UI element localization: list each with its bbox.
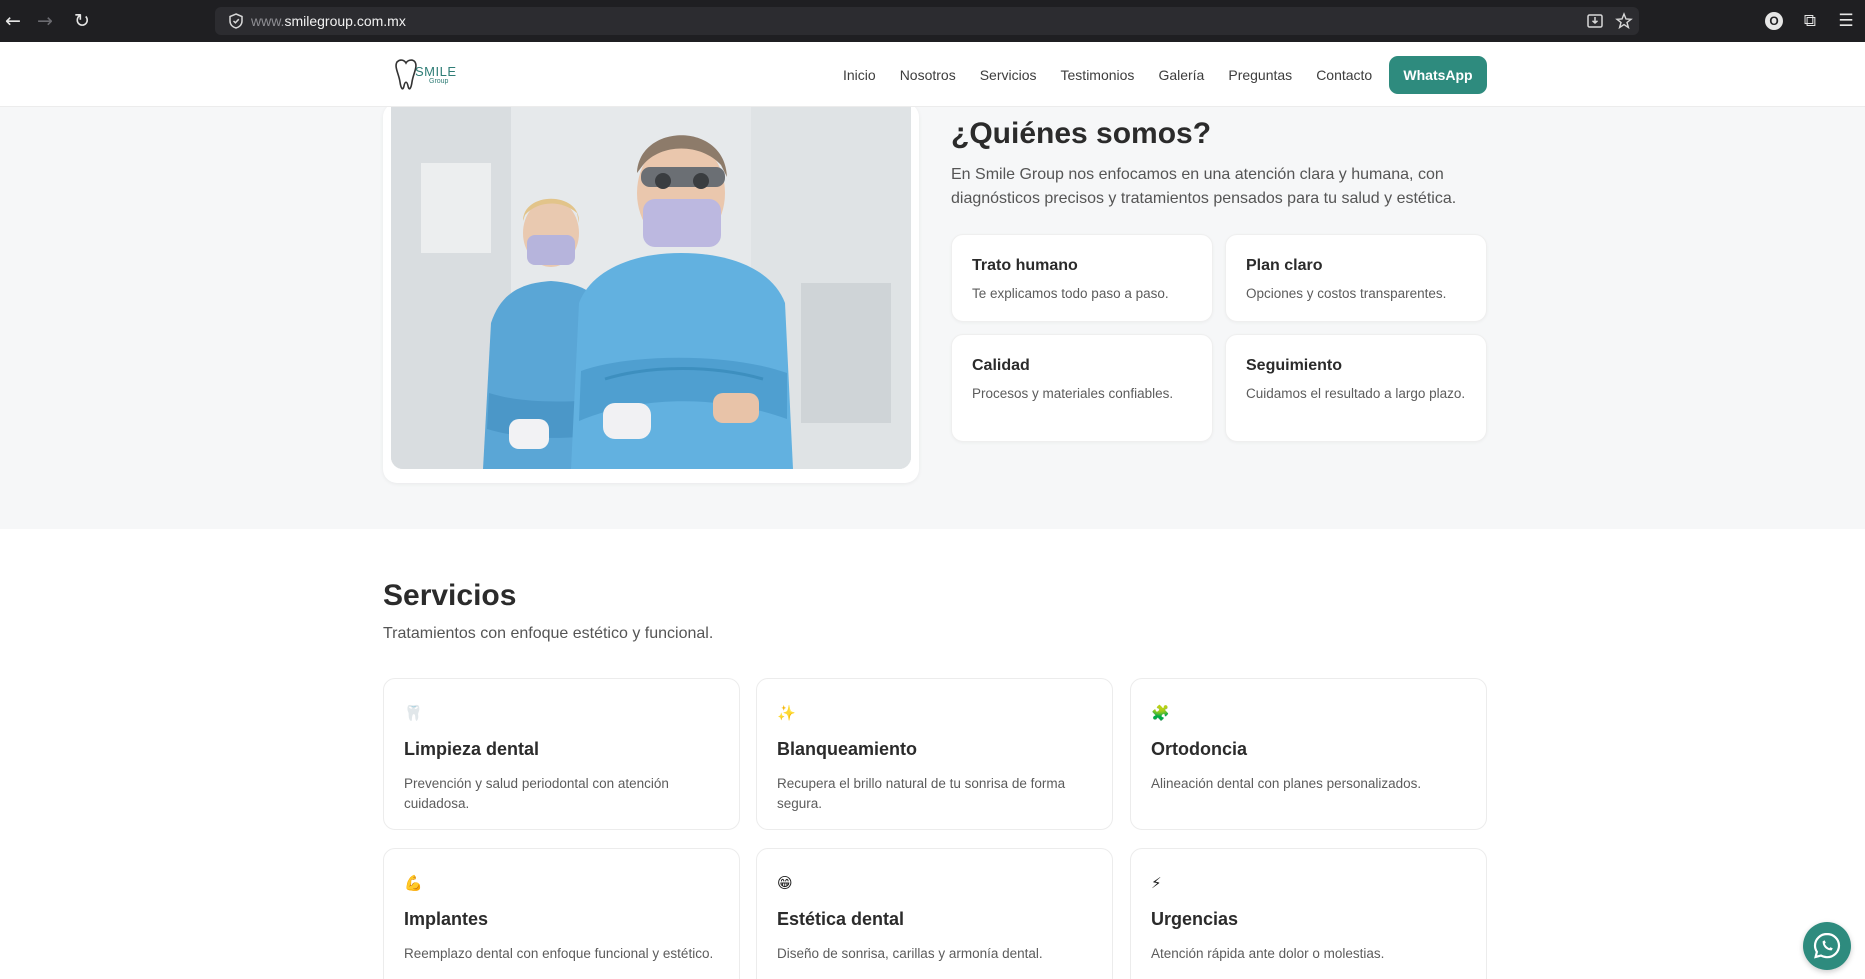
service-title: Urgencias [1151,909,1239,929]
service-card[interactable]: 🧩 Ortodoncia Alineación dental con plane… [1130,678,1487,830]
service-title: Ortodoncia [1151,739,1248,759]
service-title: Implantes [404,909,489,929]
nav-preguntas[interactable]: Preguntas [1228,67,1292,83]
service-desc: Diseño de sonrisa, carillas y armonía de… [777,946,1043,961]
url-prefix: www. [251,13,285,29]
service-card[interactable]: ✨ Blanqueamiento Recupera el brillo natu… [756,678,1113,830]
nav-galeria[interactable]: Galería [1158,67,1204,83]
feature-card: Trato humano Te explicamos todo paso a p… [951,234,1213,322]
service-card[interactable]: 😁 Estética dental Diseño de sonrisa, car… [756,848,1113,979]
whatsapp-button[interactable]: WhatsApp [1389,56,1487,94]
profile-icon[interactable]: O [1765,12,1783,30]
feature-desc: Procesos y materiales confiables. [972,386,1174,401]
url-domain: smilegroup.com.mx [284,13,406,29]
logo[interactable]: SMILE Group [393,54,463,94]
service-desc: Atención rápida ante dolor o molestias. [1151,946,1385,961]
about-section: ¿Quiénes somos? En Smile Group nos enfoc… [0,103,1865,529]
forward-icon[interactable]: → [32,8,58,34]
smile-icon: 😁 [777,874,793,892]
service-title: Blanqueamiento [777,739,918,759]
nav-testimonios[interactable]: Testimonios [1061,67,1135,83]
services-subtitle: Tratamientos con enfoque estético y func… [383,625,714,642]
puzzle-icon: 🧩 [1151,704,1170,722]
whatsapp-icon [1813,932,1841,959]
nav-servicios[interactable]: Servicios [980,67,1037,83]
feature-title: Trato humano [972,257,1078,274]
extensions-icon[interactable]: ⧉ [1799,10,1821,32]
service-desc: Recupera el brillo natural de tu sonrisa… [777,776,1066,811]
main-nav: Inicio Nosotros Servicios Testimonios Ga… [843,42,1396,107]
feature-card: Seguimiento Cuidamos el resultado a larg… [1225,334,1487,442]
service-title: Limpieza dental [404,739,540,759]
feature-title: Seguimiento [1246,357,1343,374]
star-icon[interactable] [1615,12,1633,30]
service-card[interactable]: 🦷 Limpieza dental Prevención y salud per… [383,678,740,830]
download-icon[interactable] [1586,12,1604,30]
menu-icon[interactable]: ☰ [1835,10,1857,32]
service-desc: Alineación dental con planes personaliza… [1151,776,1422,791]
about-text: En Smile Group nos enfocamos en una aten… [951,166,1457,207]
tooth-icon: 🦷 [404,704,423,722]
service-desc: Prevención y salud periodontal con atenc… [404,776,669,811]
feature-desc: Cuidamos el resultado a largo plazo. [1246,386,1466,401]
team-photo-frame [383,103,919,483]
logo-text: SMILE [415,64,457,79]
feature-card: Plan claro Opciones y costos transparent… [1225,234,1487,322]
strength-icon: 💪 [404,874,423,892]
sparkles-icon: ✨ [777,704,796,722]
floating-whatsapp-button[interactable] [1803,922,1851,970]
services-title: Servicios [383,579,517,612]
feature-desc: Opciones y costos transparentes. [1246,286,1447,301]
feature-desc: Te explicamos todo paso a paso. [972,286,1169,301]
feature-card: Calidad Procesos y materiales confiables… [951,334,1213,442]
url-text: www.smilegroup.com.mx [251,7,406,35]
nav-inicio[interactable]: Inicio [843,67,876,83]
shield-icon [229,13,243,29]
nav-contacto[interactable]: Contacto [1316,67,1372,83]
lightning-icon: ⚡ [1151,874,1162,892]
service-card[interactable]: 💪 Implantes Reemplazo dental con enfoque… [383,848,740,979]
feature-title: Plan claro [1246,257,1323,274]
feature-title: Calidad [972,357,1030,374]
nav-nosotros[interactable]: Nosotros [900,67,956,83]
service-title: Estética dental [777,909,905,929]
team-photo [391,103,911,469]
reload-icon[interactable]: ↻ [69,8,95,34]
site-header: SMILE Group Inicio Nosotros Servicios Te… [0,42,1865,107]
about-title: ¿Quiénes somos? [951,117,1212,150]
service-desc: Reemplazo dental con enfoque funcional y… [404,946,714,961]
browser-toolbar: ← → ↻ www.smilegroup.com.mx O ⧉ ☰ [0,0,1865,42]
service-card[interactable]: ⚡ Urgencias Atención rápida ante dolor o… [1130,848,1487,979]
logo-subtext: Group [429,78,449,85]
address-bar[interactable]: www.smilegroup.com.mx [215,7,1639,35]
back-icon[interactable]: ← [0,8,26,34]
